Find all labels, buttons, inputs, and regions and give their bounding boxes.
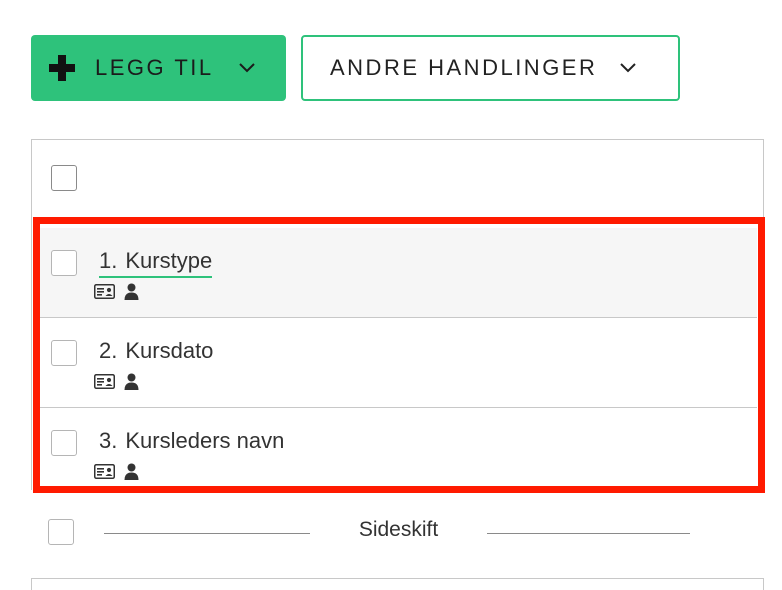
item-number: 1.	[99, 248, 118, 273]
item-icons	[94, 463, 139, 480]
item-number: 3.	[99, 428, 118, 453]
list-header	[32, 140, 763, 220]
question-list: 1. Kurstype 2. Kursdato 3. Kursleders na…	[31, 139, 764, 490]
item-label: Kursleders navn	[125, 428, 285, 453]
page-break-checkbox[interactable]	[48, 519, 74, 545]
select-all-checkbox[interactable]	[51, 165, 77, 191]
item-label: Kurstype	[125, 248, 213, 273]
item-checkbox[interactable]	[51, 430, 77, 456]
user-icon	[124, 283, 139, 300]
item-checkbox[interactable]	[51, 340, 77, 366]
item-icons	[94, 283, 139, 300]
list-item[interactable]: 2. Kursdato	[35, 318, 757, 408]
item-icons	[94, 373, 139, 390]
list-item[interactable]: 1. Kurstype	[35, 228, 757, 318]
chevron-down-icon	[238, 63, 255, 73]
plus-icon	[49, 55, 75, 81]
item-label: Kursdato	[125, 338, 214, 363]
next-page-block	[31, 578, 764, 590]
item-title[interactable]: 3. Kursleders navn	[99, 428, 284, 456]
chevron-down-icon	[620, 63, 637, 73]
page-break-divider-left	[104, 533, 310, 534]
user-icon	[124, 373, 139, 390]
page: LEGG TIL ANDRE HANDLINGER 1. Kurstype 2.…	[0, 0, 782, 590]
item-checkbox[interactable]	[51, 250, 77, 276]
list-item[interactable]: 3. Kursleders navn	[35, 408, 757, 498]
user-icon	[124, 463, 139, 480]
other-actions-button[interactable]: ANDRE HANDLINGER	[301, 35, 680, 101]
page-break-label: Sideskift	[358, 518, 439, 541]
add-button[interactable]: LEGG TIL	[31, 35, 286, 101]
add-button-label: LEGG TIL	[95, 55, 214, 80]
item-title[interactable]: 1. Kurstype	[99, 248, 213, 278]
id-card-icon	[94, 374, 115, 389]
id-card-icon	[94, 284, 115, 299]
item-number: 2.	[99, 338, 118, 363]
id-card-icon	[94, 464, 115, 479]
item-title[interactable]: 2. Kursdato	[99, 338, 213, 366]
page-break-divider-right	[487, 533, 690, 534]
other-actions-label: ANDRE HANDLINGER	[330, 55, 598, 80]
